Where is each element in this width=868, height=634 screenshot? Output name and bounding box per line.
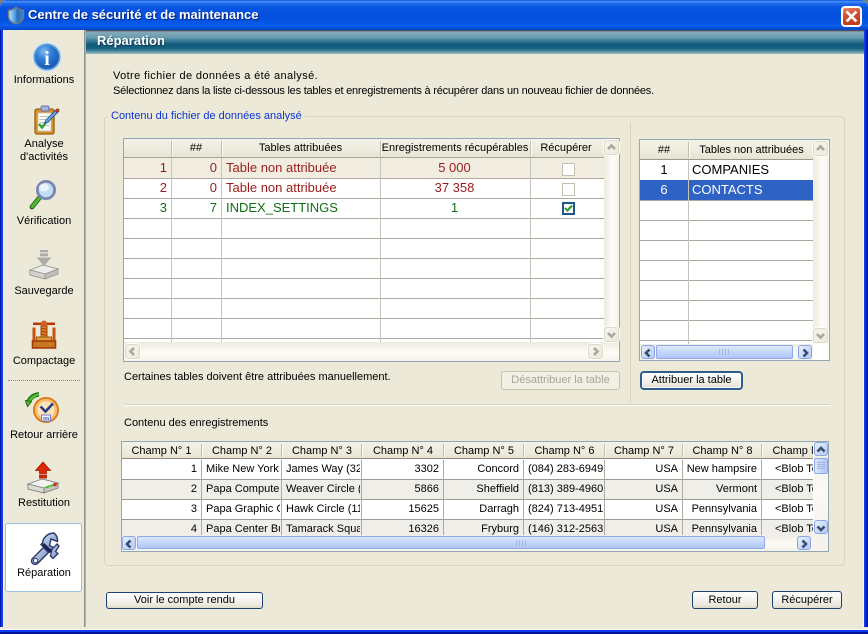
svg-text:i: i (44, 48, 50, 70)
svg-text:ON: ON (43, 416, 50, 421)
